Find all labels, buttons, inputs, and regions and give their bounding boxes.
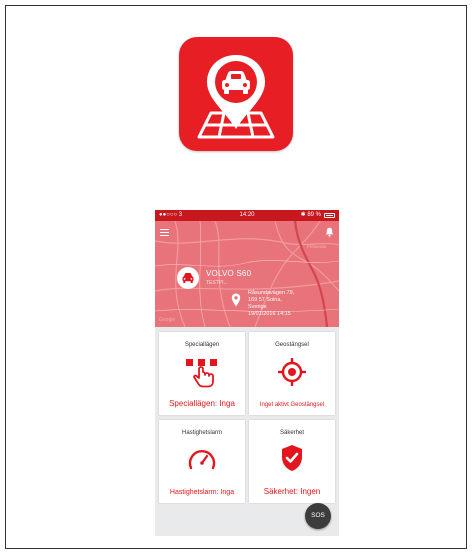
tile-security[interactable]: Säkerhet Säkerhet: Ingen	[249, 420, 335, 503]
tile-title: Geostängsel	[275, 342, 309, 348]
status-bar: ●●○○○ 3 14:20 ✱ 89 %	[155, 210, 339, 221]
bell-icon[interactable]	[325, 227, 334, 237]
tile-status: Hastighetslarm: Inga	[169, 489, 235, 496]
tile-special-modes[interactable]: Speciallägen Speciallägen: Inga	[159, 332, 245, 415]
address-line: Råsundavägen 79,	[248, 290, 295, 296]
battery-percent: ✱ 89 %	[300, 212, 321, 218]
target-icon	[278, 358, 306, 386]
map-watermark: Google	[159, 317, 176, 323]
vehicle-name: VOLVO S60	[206, 269, 252, 278]
tile-status: Säkerhet: Ingen	[263, 487, 321, 496]
app-icon[interactable]	[179, 37, 293, 151]
map-view[interactable]: Frösunda VOLVO S60 TESTPI... Råsundaväge…	[155, 221, 339, 327]
car-icon	[182, 273, 194, 283]
tile-status: Speciallägen: Inga	[169, 399, 235, 408]
map-pin-icon	[231, 293, 241, 307]
speedometer-icon	[188, 450, 216, 470]
sos-button[interactable]: SOS	[305, 503, 331, 529]
location-address: Råsundavägen 79, 169 57 Solna, Sverige 1…	[248, 290, 328, 318]
vehicle-subtitle: TESTPI...	[206, 280, 228, 286]
shield-check-icon	[282, 445, 302, 471]
vehicle-avatar[interactable]	[177, 267, 199, 289]
tile-title: Hastighetslarm	[181, 430, 222, 436]
phone-screen: ●●○○○ 3 14:20 ✱ 89 % Frösunda VOLVO S60 …	[155, 210, 339, 536]
address-line: 169 57 Solna,	[248, 297, 282, 303]
tile-speed-alarm[interactable]: Hastighetslarm Hastighetslarm: Inga	[159, 420, 245, 503]
location-timestamp: 19/01/2016 14:15	[248, 311, 291, 317]
hamburger-icon	[160, 229, 169, 230]
tile-title: Speciallägen	[184, 342, 220, 348]
tile-geofence[interactable]: Geostängsel Inget aktivt Geostängsel	[249, 332, 335, 415]
hand-tap-icon	[186, 359, 217, 388]
menu-button[interactable]	[160, 229, 169, 236]
battery-icon	[324, 213, 335, 218]
map-place-label: Frösunda	[307, 244, 327, 249]
tile-status: Inget aktivt Geostängsel	[259, 402, 325, 408]
car-location-pin-icon	[197, 55, 275, 139]
address-line: Sverige	[248, 304, 267, 310]
tile-title: Säkerhet	[279, 430, 304, 436]
